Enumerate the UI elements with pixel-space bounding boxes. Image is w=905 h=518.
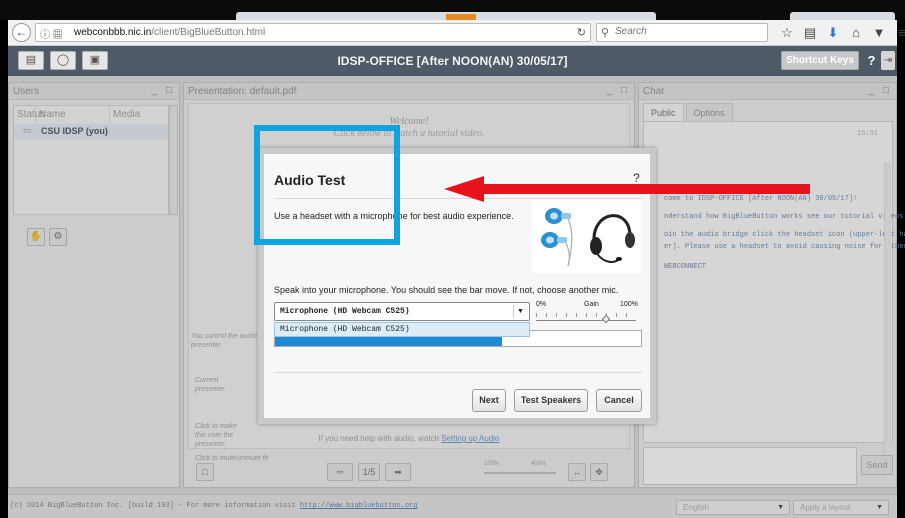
pocket-icon[interactable]: ▼: [872, 23, 886, 42]
gain-slider[interactable]: [536, 320, 636, 321]
selected-microphone: Microphone (HD Webcam C525): [280, 307, 410, 316]
back-arrow-icon[interactable]: ←: [12, 23, 31, 42]
dialog-instruction: Speak into your microphone. You should s…: [274, 285, 619, 295]
logout-icon[interactable]: ⇥: [881, 51, 895, 70]
url-host: webconbbb.nic.in: [74, 27, 152, 38]
shortcut-keys-button[interactable]: Shortcut Keys: [781, 51, 859, 70]
screen-share-icon[interactable]: ▤: [18, 51, 44, 70]
app-header: IDSP-OFFICE [After NOON(AN) 30/05/17] ▤ …: [8, 46, 897, 76]
divider: [274, 372, 642, 373]
annotation-highlight-box: [254, 125, 400, 245]
browser-tab-strip: [0, 0, 905, 20]
gain-label: Gain: [584, 301, 599, 308]
meeting-title: IDSP-OFFICE [After NOON(AN) 30/05/17]: [337, 54, 568, 68]
search-input[interactable]: [615, 26, 765, 37]
browser-nav-icons: ☆ ▤ ⬇ ⌂ ▼ ≡: [780, 23, 905, 42]
mic-level-fill: [275, 336, 502, 346]
annotation-arrow-icon: [444, 176, 810, 202]
help-button[interactable]: ?: [864, 51, 879, 70]
bookmark-star-icon[interactable]: ☆: [780, 23, 794, 42]
gain-min-label: 0%: [536, 301, 547, 308]
chevron-down-icon[interactable]: ▼: [513, 305, 527, 318]
headset-icon[interactable]: ◯: [50, 51, 76, 70]
site-info-icon[interactable]: ⓘ ▦: [40, 26, 63, 41]
microphone-select[interactable]: Microphone (HD Webcam C525) ▼: [274, 302, 530, 321]
address-bar[interactable]: ⓘ ▦ webconbbb.nic.in/client/BigBlueButto…: [35, 23, 591, 42]
reload-icon[interactable]: ↻: [577, 26, 586, 39]
url-text: webconbbb.nic.in/client/BigBlueButton.ht…: [74, 27, 265, 38]
cancel-button[interactable]: Cancel: [596, 389, 642, 412]
microphone-option[interactable]: Microphone (HD Webcam C525): [274, 322, 530, 337]
search-icon: ⚲: [601, 27, 610, 39]
menu-icon[interactable]: ≡: [895, 23, 905, 42]
reading-list-icon[interactable]: ▤: [803, 23, 817, 42]
headset-illustration-icon: [541, 208, 635, 267]
next-button[interactable]: Next: [472, 389, 506, 412]
download-icon[interactable]: ⬇: [826, 23, 840, 42]
browser-search[interactable]: ⚲: [596, 23, 768, 42]
gain-ticks: [536, 313, 636, 317]
gain-max-label: 100%: [620, 301, 638, 308]
headset-image: [532, 200, 641, 273]
test-speakers-button[interactable]: Test Speakers: [514, 389, 588, 412]
home-icon[interactable]: ⌂: [849, 23, 863, 42]
browser-toolbar: ← ⓘ ▦ webconbbb.nic.in/client/BigBlueBut…: [8, 20, 905, 46]
browser-tab[interactable]: [790, 12, 895, 20]
webcam-icon[interactable]: ▣: [82, 51, 108, 70]
url-path: /client/BigBlueButton.html: [151, 27, 266, 38]
